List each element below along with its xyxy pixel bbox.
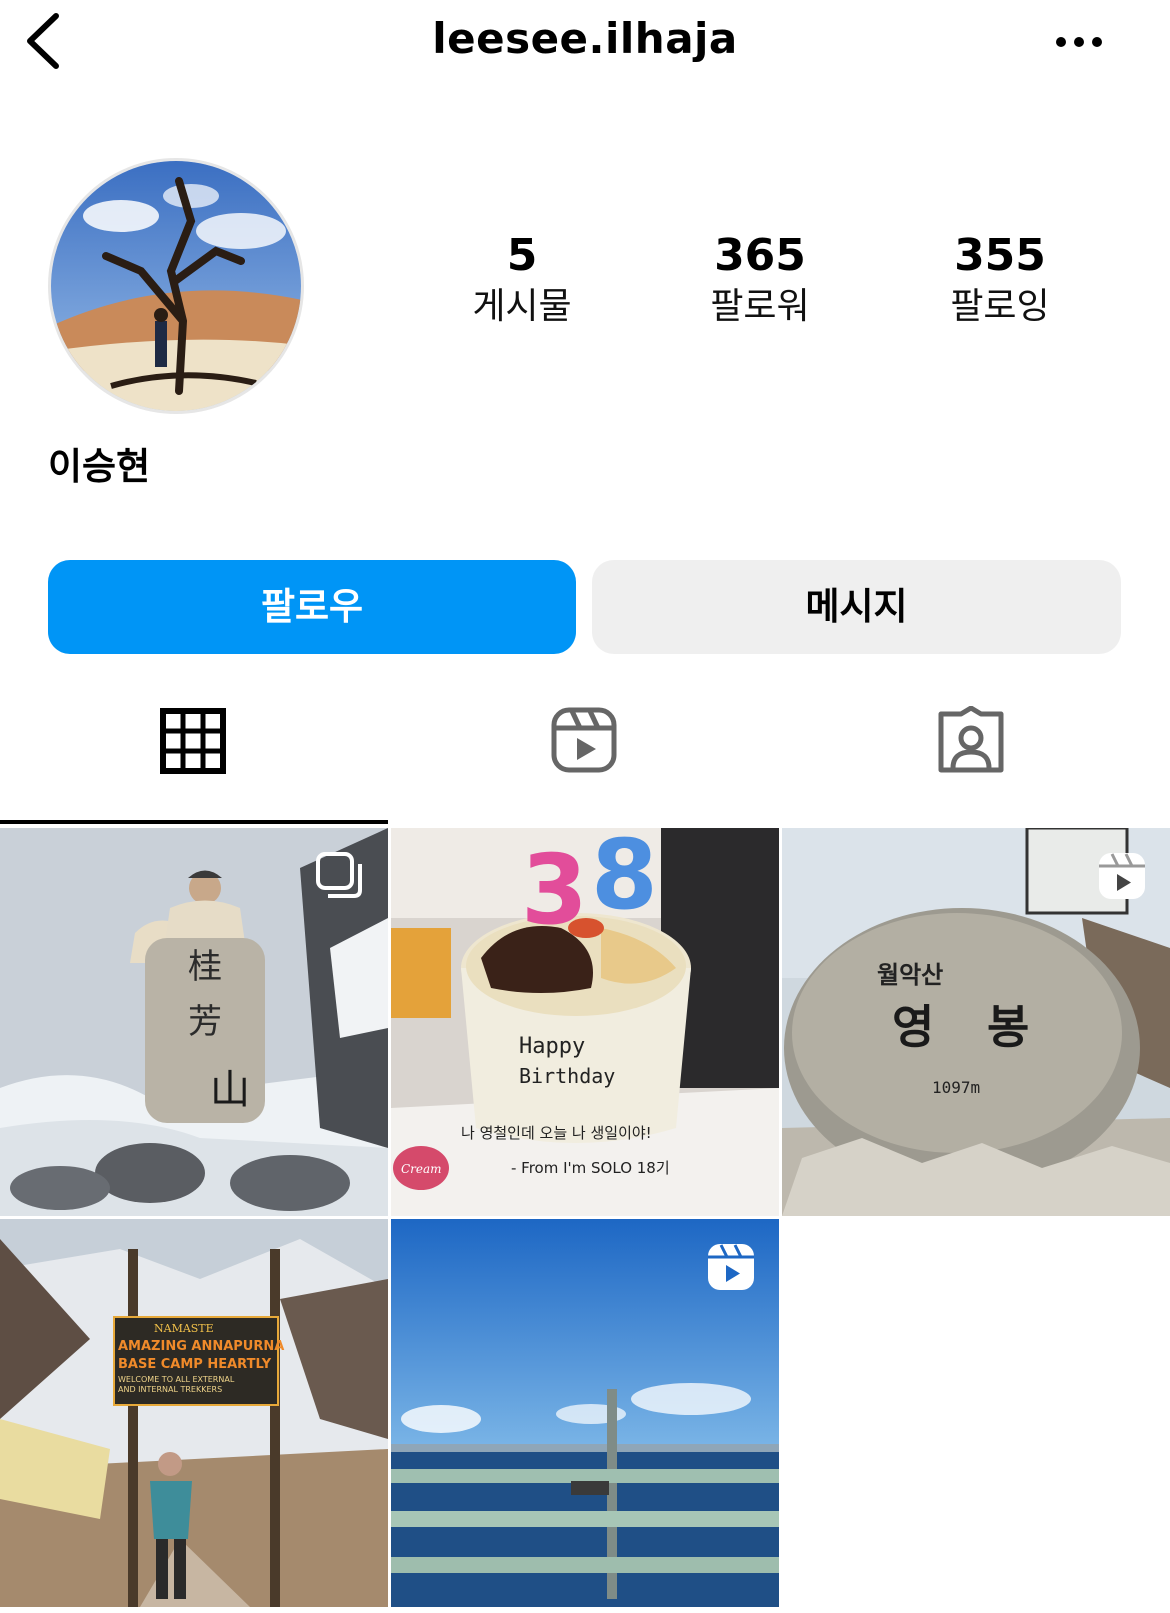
svg-text:3: 3 bbox=[521, 834, 588, 946]
posts-count: 5 게시물 bbox=[422, 230, 622, 332]
page-title: leesee.ilhaja bbox=[432, 14, 738, 63]
following-count-label: 팔로잉 bbox=[950, 286, 1050, 327]
carousel-icon bbox=[316, 852, 362, 898]
message-button[interactable]: 메시지 bbox=[592, 560, 1121, 654]
top-bar: leesee.ilhaja bbox=[0, 0, 1170, 90]
followers-count-label: 팔로워 bbox=[710, 286, 810, 327]
svg-text:WELCOME TO ALL EXTERNAL: WELCOME TO ALL EXTERNAL bbox=[118, 1375, 235, 1384]
grid-icon bbox=[160, 708, 226, 774]
tagged-icon bbox=[938, 706, 1004, 773]
svg-text:桂: 桂 bbox=[188, 947, 222, 987]
avatar-image bbox=[51, 161, 301, 411]
svg-text:芳: 芳 bbox=[188, 1002, 222, 1042]
svg-text:Birthday: Birthday bbox=[519, 1064, 615, 1088]
followers-count[interactable]: 365 팔로워 bbox=[660, 230, 860, 332]
svg-text:봉: 봉 bbox=[987, 1000, 1029, 1054]
svg-text:NAMASTE: NAMASTE bbox=[154, 1322, 214, 1335]
post-thumbnail[interactable]: 桂 芳 山 bbox=[0, 828, 388, 1216]
birthday-cake-photo: 3 8 Happy Birthday 나 영철인데 오늘 나 생일이야! - F… bbox=[391, 828, 779, 1216]
svg-text:Happy: Happy bbox=[519, 1034, 585, 1059]
svg-text:山: 山 bbox=[210, 1067, 250, 1113]
svg-text:AMAZING ANNAPURNA: AMAZING ANNAPURNA bbox=[118, 1339, 284, 1354]
svg-text:BASE CAMP HEARTLY: BASE CAMP HEARTLY bbox=[118, 1357, 272, 1372]
follow-button[interactable]: 팔로우 bbox=[48, 560, 576, 654]
svg-text:나 영철인데 오늘 나 생일이야!: 나 영철인데 오늘 나 생일이야! bbox=[461, 1124, 652, 1142]
svg-text:Cream: Cream bbox=[401, 1162, 442, 1176]
reels-icon bbox=[708, 1244, 754, 1290]
selected-tab-indicator bbox=[0, 820, 388, 824]
svg-text:영: 영 bbox=[892, 1000, 934, 1054]
post-thumbnail[interactable]: 월악산 영 봉 1097m bbox=[782, 828, 1170, 1216]
tab-posts-grid[interactable] bbox=[0, 700, 390, 824]
more-horizontal-icon bbox=[1056, 37, 1102, 47]
avatar[interactable] bbox=[48, 158, 304, 414]
annapurna-photo: NAMASTE AMAZING ANNAPURNA BASE CAMP HEAR… bbox=[0, 1219, 388, 1607]
reels-icon bbox=[551, 707, 617, 773]
post-thumbnail[interactable] bbox=[391, 1219, 779, 1607]
reels-icon bbox=[1099, 853, 1145, 899]
posts-count-value: 5 bbox=[506, 230, 538, 281]
posts-grid: 桂 芳 山 3 8 Happy Birthday 나 영철인데 오늘 나 생일이… bbox=[0, 828, 1170, 1613]
post-thumbnail[interactable]: 3 8 Happy Birthday 나 영철인데 오늘 나 생일이야! - F… bbox=[391, 828, 779, 1216]
posts-count-label: 게시물 bbox=[472, 286, 572, 327]
tab-tagged[interactable] bbox=[780, 700, 1170, 824]
more-options-button[interactable] bbox=[1055, 30, 1111, 54]
svg-text:AND INTERNAL TREKKERS: AND INTERNAL TREKKERS bbox=[118, 1385, 222, 1394]
display-name: 이승현 bbox=[48, 445, 151, 488]
svg-text:- From I'm SOLO 18기: - From I'm SOLO 18기 bbox=[511, 1159, 670, 1177]
svg-text:1097m: 1097m bbox=[932, 1078, 980, 1097]
tab-reels[interactable] bbox=[390, 700, 780, 824]
following-count-value: 355 bbox=[954, 230, 1046, 281]
svg-text:월악산: 월악산 bbox=[877, 961, 943, 989]
post-thumbnail[interactable]: NAMASTE AMAZING ANNAPURNA BASE CAMP HEAR… bbox=[0, 1219, 388, 1607]
followers-count-value: 365 bbox=[714, 230, 806, 281]
svg-text:8: 8 bbox=[591, 828, 658, 931]
following-count[interactable]: 355 팔로잉 bbox=[900, 230, 1100, 332]
profile-tabs bbox=[0, 700, 1170, 824]
